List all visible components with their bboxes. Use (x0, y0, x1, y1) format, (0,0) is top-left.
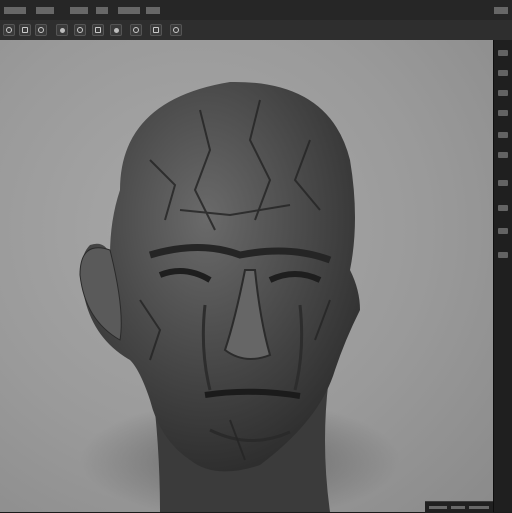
menu-item[interactable] (70, 7, 88, 14)
menu-item[interactable] (118, 7, 140, 14)
menu-item[interactable] (146, 7, 160, 14)
status-strip (425, 501, 493, 513)
move-icon[interactable] (19, 24, 31, 36)
panel-item-icon[interactable] (498, 252, 508, 258)
layers-icon[interactable] (150, 24, 162, 36)
viewport-canvas[interactable] (0, 40, 493, 512)
menu-item[interactable] (96, 7, 108, 14)
view-icon-glyph (6, 27, 12, 33)
material-icon-glyph (95, 27, 101, 33)
menu-item[interactable] (36, 7, 54, 14)
settings-icon-glyph (173, 27, 179, 33)
menu-item[interactable] (494, 7, 508, 14)
brush-icon-glyph (77, 27, 83, 33)
scale-icon-glyph (60, 28, 65, 33)
panel-item-icon[interactable] (498, 132, 508, 138)
scale-icon[interactable] (56, 24, 68, 36)
render-icon-glyph (133, 27, 139, 33)
move-icon-glyph (22, 27, 28, 33)
status-bar (469, 506, 489, 509)
panel-item-icon[interactable] (498, 205, 508, 211)
rotate-icon[interactable] (35, 24, 47, 36)
brush-icon[interactable] (74, 24, 86, 36)
rotate-icon-glyph (38, 27, 44, 33)
view-icon[interactable] (3, 24, 15, 36)
panel-item-icon[interactable] (498, 90, 508, 96)
settings-icon[interactable] (170, 24, 182, 36)
panel-item-icon[interactable] (498, 228, 508, 234)
status-bar (451, 506, 465, 509)
layers-icon-glyph (153, 27, 159, 33)
menu-item[interactable] (4, 7, 26, 14)
light-icon-glyph (114, 28, 119, 33)
tool-strip (0, 20, 512, 41)
panel-item-icon[interactable] (498, 152, 508, 158)
render-icon[interactable] (130, 24, 142, 36)
light-icon[interactable] (110, 24, 122, 36)
material-icon[interactable] (92, 24, 104, 36)
status-bar (429, 506, 447, 509)
panel-item-icon[interactable] (498, 50, 508, 56)
menu-bar (0, 0, 512, 21)
panel-item-icon[interactable] (498, 70, 508, 76)
panel-item-icon[interactable] (498, 110, 508, 116)
panel-item-icon[interactable] (498, 180, 508, 186)
sculpted-head-model[interactable] (0, 40, 493, 512)
right-side-panel (493, 40, 512, 512)
